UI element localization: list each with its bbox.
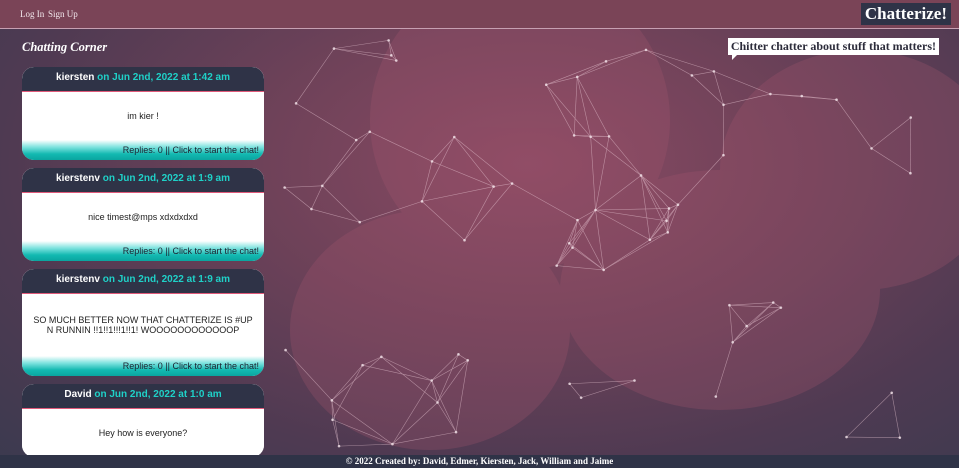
signup-link[interactable]: Sign Up	[48, 9, 78, 19]
tagline-bubble: Chitter chatter about stuff that matters…	[727, 38, 939, 60]
post-date: on Jun 2nd, 2022 at 1:0 am	[94, 389, 222, 400]
post-header: kierstenv on Jun 2nd, 2022 at 1:9 am	[22, 269, 264, 294]
post-author: David	[64, 389, 92, 400]
login-link[interactable]: Log In	[20, 9, 44, 19]
page-footer: © 2022 Created by: David, Edmer, Kierste…	[0, 455, 959, 468]
brand-logo[interactable]: Chatterize!	[860, 3, 951, 25]
tagline-text: Chitter chatter about stuff that matters…	[730, 39, 936, 53]
post-card[interactable]: kierstenv on Jun 2nd, 2022 at 1:9 am SO …	[22, 269, 264, 376]
post-author: kierstenv	[56, 274, 100, 285]
start-chat-link[interactable]: Replies: 0 || Click to start the chat!	[22, 140, 264, 160]
post-date: on Jun 2nd, 2022 at 1:42 am	[97, 72, 230, 83]
post-card[interactable]: David on Jun 2nd, 2022 at 1:0 am Hey how…	[22, 384, 264, 457]
post-date: on Jun 2nd, 2022 at 1:9 am	[102, 173, 230, 184]
post-card[interactable]: kierstenv on Jun 2nd, 2022 at 1:9 am nic…	[22, 168, 264, 261]
post-body: SO MUCH BETTER NOW THAT CHATTERIZE IS #U…	[22, 294, 264, 356]
start-chat-link[interactable]: Replies: 0 || Click to start the chat!	[22, 241, 264, 261]
speech-tail-icon	[731, 55, 737, 60]
post-author: kierstenv	[56, 173, 100, 184]
page-title: Chatting Corner	[22, 40, 108, 54]
post-author: kiersten	[56, 72, 95, 83]
post-body: Hey how is everyone?	[22, 409, 264, 457]
post-card[interactable]: kiersten on Jun 2nd, 2022 at 1:42 am im …	[22, 67, 264, 160]
post-header: David on Jun 2nd, 2022 at 1:0 am	[22, 384, 264, 409]
post-list: kiersten on Jun 2nd, 2022 at 1:42 am im …	[22, 67, 264, 465]
post-body: nice timest@mps xdxdxdxd	[22, 193, 264, 241]
top-navbar: Log In Sign Up Chatterize!	[0, 0, 959, 29]
post-date: on Jun 2nd, 2022 at 1:9 am	[102, 274, 230, 285]
post-header: kiersten on Jun 2nd, 2022 at 1:42 am	[22, 67, 264, 92]
post-header: kierstenv on Jun 2nd, 2022 at 1:9 am	[22, 168, 264, 193]
post-body: im kier !	[22, 92, 264, 140]
start-chat-link[interactable]: Replies: 0 || Click to start the chat!	[22, 356, 264, 376]
